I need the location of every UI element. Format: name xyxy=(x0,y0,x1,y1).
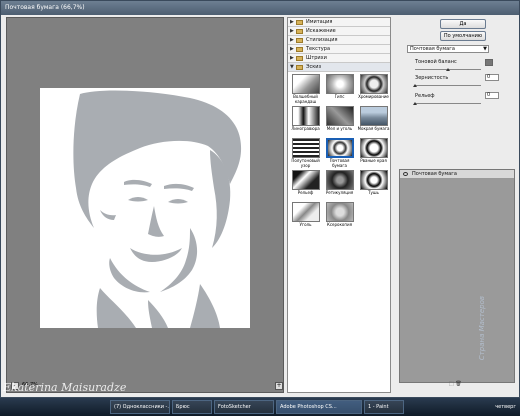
eye-icon[interactable] xyxy=(403,172,408,176)
taskbar-item-odnoklassniki[interactable]: (7) Одноклассники -... xyxy=(110,400,170,414)
effect-layer-name: Почтовая бумага xyxy=(412,170,457,177)
category-label: Эскиз xyxy=(306,64,322,70)
filter-thumb-image xyxy=(359,170,388,190)
filter-thumb-label: Рельеф xyxy=(297,190,314,195)
filter-browser: ▶ Имитация ▶ Искажение ▶ Стилизация ▶ Те… xyxy=(287,17,391,393)
folder-icon xyxy=(296,55,303,61)
filter-thumb-label: Хромирование xyxy=(358,94,389,99)
filter-thumb-image xyxy=(291,202,320,222)
category-label: Штрихи xyxy=(306,55,327,61)
taskbar-item-paint[interactable]: 1 - Paint xyxy=(364,400,404,414)
filter-thumb-label: Полутоновый узор xyxy=(291,158,320,168)
effect-layer-row[interactable]: Почтовая бумага xyxy=(400,170,514,179)
filter-thumb[interactable]: Мокрая бумага xyxy=(357,106,390,136)
filter-select[interactable]: Почтовая бумага ▼ xyxy=(407,45,489,53)
category-brush-strokes[interactable]: ▶ Штрихи xyxy=(288,54,390,63)
category-label: Стилизация xyxy=(306,37,338,43)
filter-thumb-image xyxy=(291,138,320,158)
category-stylize[interactable]: ▶ Стилизация xyxy=(288,36,390,45)
relief-input[interactable]: 0 xyxy=(485,92,499,99)
site-watermark: Страна Мастеров xyxy=(478,296,486,361)
folder-icon xyxy=(296,19,303,25)
filter-thumb-label: Ксерокопия xyxy=(327,222,352,227)
filter-thumb[interactable]: Гипс xyxy=(323,74,356,104)
zoom-in-button[interactable]: + xyxy=(275,382,283,390)
filter-thumb[interactable]: Тушь xyxy=(357,170,390,200)
filter-thumb-label: Мокрая бумага xyxy=(357,126,390,131)
filter-thumb-label: Почтовая бумага xyxy=(329,158,350,168)
filter-thumb[interactable]: Полутоновый узор xyxy=(289,138,322,168)
graininess-slider-handle[interactable] xyxy=(413,84,417,87)
filter-thumb-image xyxy=(325,202,354,222)
filter-thumb-label: Тушь xyxy=(368,190,379,195)
preview-area[interactable]: – 66,7% + xyxy=(6,17,284,393)
filter-thumb-image xyxy=(325,138,354,158)
filter-thumb-label: Линогравюра xyxy=(291,126,320,131)
filter-thumb-label: Уголь xyxy=(299,222,312,227)
author-watermark: Ekaterina Maisuradze xyxy=(3,381,127,394)
filter-thumb[interactable]: Линогравюра xyxy=(289,106,322,136)
chevron-down-icon: ▼ xyxy=(483,46,487,52)
folder-icon xyxy=(296,46,303,52)
graininess-slider[interactable] xyxy=(415,85,481,86)
relief-label: Рельеф xyxy=(415,93,435,99)
portrait-silhouette xyxy=(73,90,242,328)
filter-thumb-label: Мел и уголь xyxy=(326,126,353,131)
preview-image xyxy=(40,88,250,328)
filter-thumb[interactable]: Волшебный карандаш xyxy=(289,74,322,104)
filter-thumb-selected[interactable]: Почтовая бумага xyxy=(323,138,356,168)
filter-thumb-image xyxy=(325,74,354,94)
layer-panel-icons[interactable]: ⬚ 🗑 xyxy=(449,381,462,387)
category-distort[interactable]: ▶ Искажение xyxy=(288,27,390,36)
filter-thumb-image xyxy=(359,138,388,158)
filter-thumb-label: Волшебный карандаш xyxy=(293,94,318,104)
graininess-input[interactable]: 0 xyxy=(485,74,499,81)
taskbar: (7) Одноклассники -... Брюс FotoSketcher… xyxy=(0,398,520,416)
category-sketch[interactable]: ▼ Эскиз xyxy=(288,63,390,72)
filter-thumb[interactable]: Хромирование xyxy=(357,74,390,104)
filter-thumb-image xyxy=(291,170,320,190)
filter-select-value: Почтовая бумага xyxy=(410,46,455,52)
taskbar-item-bruce[interactable]: Брюс xyxy=(172,400,212,414)
filter-thumb[interactable]: Ксерокопия xyxy=(323,202,356,232)
window-title: Почтовая бумага (66,7%) xyxy=(1,1,519,15)
filter-thumb-image xyxy=(325,170,354,190)
category-label: Искажение xyxy=(306,28,336,34)
settings-panel: Да По умолчанию Почтовая бумага ▼ Тоново… xyxy=(395,17,515,393)
sketch-thumbnails: Волшебный карандаш Гипс Хромирование Лин… xyxy=(288,72,390,234)
image-balance-slider-handle[interactable] xyxy=(446,68,450,71)
image-balance-label: Тоновой баланс xyxy=(415,59,457,65)
category-texture[interactable]: ▶ Текстура xyxy=(288,45,390,54)
taskbar-item-fotosketcher[interactable]: FotoSketcher xyxy=(214,400,274,414)
filter-thumb-image xyxy=(359,106,388,126)
filter-thumb[interactable]: Мел и уголь xyxy=(323,106,356,136)
graininess-label: Зернистость xyxy=(415,75,449,81)
folder-icon xyxy=(296,37,303,43)
default-button[interactable]: По умолчанию xyxy=(440,31,486,41)
image-balance-swatch[interactable] xyxy=(485,59,493,66)
relief-slider-handle[interactable] xyxy=(413,102,417,105)
category-artistic[interactable]: ▶ Имитация xyxy=(288,18,390,27)
taskbar-item-photoshop[interactable]: Adobe Photoshop CS... xyxy=(276,400,362,414)
filter-thumb[interactable]: Рельеф xyxy=(289,170,322,200)
category-label: Текстура xyxy=(306,46,331,52)
filter-thumb[interactable]: Уголь xyxy=(289,202,322,232)
taskbar-clock[interactable]: четверг xyxy=(495,400,516,414)
filter-thumb-image xyxy=(359,74,388,94)
filter-thumb[interactable]: Рваные края xyxy=(357,138,390,168)
ok-button[interactable]: Да xyxy=(440,19,486,29)
effect-layers-panel: Почтовая бумага xyxy=(399,169,515,383)
filter-thumb[interactable]: Ретикуляция xyxy=(323,170,356,200)
filter-thumb-image xyxy=(325,106,354,126)
filter-thumb-label: Ретикуляция xyxy=(325,190,354,195)
category-label: Имитация xyxy=(306,19,333,25)
relief-slider[interactable] xyxy=(415,103,481,104)
filter-thumb-image xyxy=(291,106,320,126)
filter-gallery-window: Почтовая бумага (66,7%) – 66,7% + ▶ Имит… xyxy=(0,0,520,398)
folder-open-icon xyxy=(296,64,303,70)
filter-thumb-label: Рваные края xyxy=(360,158,387,163)
folder-icon xyxy=(296,28,303,34)
filter-thumb-label: Гипс xyxy=(334,94,345,99)
filter-thumb-image xyxy=(291,74,320,94)
